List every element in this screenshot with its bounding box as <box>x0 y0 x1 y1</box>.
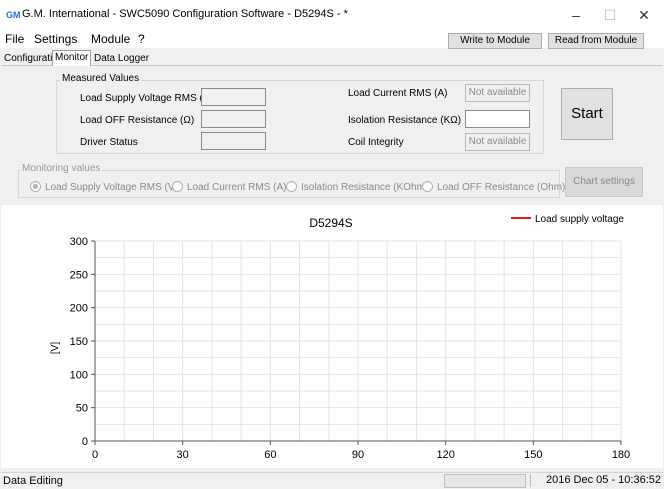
menu-module[interactable]: Module <box>91 32 130 46</box>
radio-label: Load OFF Resistance (Ohm) <box>437 182 566 193</box>
chart-settings-button[interactable]: Chart settings <box>565 167 643 197</box>
menu-file[interactable]: File <box>5 32 24 46</box>
tab-data-logger[interactable]: Data Logger <box>92 52 151 65</box>
radio-label: Isolation Resistance (KOhm) <box>301 182 429 193</box>
load-supply-voltage-label: Load Supply Voltage RMS (V) <box>80 93 213 104</box>
chart-title: D5294S <box>309 216 352 230</box>
y-tick-label: 150 <box>70 336 88 348</box>
coil-integrity-label: Coil Integrity <box>348 137 404 148</box>
window-title: G.M. International - SWC5090 Configurati… <box>22 8 348 20</box>
tab-strip-divider <box>2 65 662 66</box>
radio-label: Load Current RMS (A) <box>187 182 287 193</box>
status-progress-bar <box>444 474 526 488</box>
maximize-button[interactable]: ☐ <box>594 4 626 26</box>
y-tick-label: 300 <box>70 236 88 248</box>
x-tick-label: 150 <box>524 449 542 461</box>
menu-settings[interactable]: Settings <box>34 32 77 46</box>
coil-integrity-field: Not available <box>465 133 530 151</box>
radio-unselected-icon <box>286 181 297 192</box>
x-tick-label: 120 <box>436 449 454 461</box>
load-supply-voltage-field <box>201 88 266 106</box>
line-chart: 0 50 100 150 200 250 300 0 30 60 90 120 150 180 D5294… <box>50 214 630 461</box>
y-tick-label: 50 <box>76 403 88 415</box>
load-current-field: Not available <box>465 84 530 102</box>
x-tick-label: 60 <box>264 449 276 461</box>
status-datetime: 2016 Dec 05 - 10:36:52 <box>530 474 661 487</box>
minimize-button[interactable]: – <box>560 4 592 26</box>
y-axis-label: [V] <box>50 342 61 354</box>
y-tick-label: 100 <box>70 369 88 381</box>
x-tick-label: 90 <box>352 449 364 461</box>
radio-load-current[interactable]: Load Current RMS (A) <box>172 181 286 193</box>
tab-monitor[interactable]: Monitor <box>52 50 92 66</box>
status-text: Data Editing <box>3 475 63 487</box>
legend-label: Load supply voltage <box>535 214 624 225</box>
app-logo-icon: GM <box>6 10 21 20</box>
y-tick-label: 250 <box>70 269 88 281</box>
load-current-label: Load Current RMS (A) <box>348 88 448 99</box>
write-to-module-button[interactable]: Write to Module <box>448 33 542 49</box>
driver-status-label: Driver Status <box>80 137 138 148</box>
menu-help[interactable]: ? <box>138 32 145 46</box>
measured-values-label: Measured Values <box>60 73 142 84</box>
radio-unselected-icon <box>422 181 433 192</box>
x-tick-label: 0 <box>92 449 98 461</box>
x-tick-label: 180 <box>612 449 630 461</box>
driver-status-field <box>201 132 266 150</box>
isolation-resistance-field <box>465 110 530 128</box>
radio-load-supply-voltage[interactable]: Load Supply Voltage RMS (V) <box>30 181 178 193</box>
radio-load-off-resistance[interactable]: Load OFF Resistance (Ohm) <box>422 181 565 193</box>
radio-selected-icon <box>30 181 41 192</box>
start-button[interactable]: Start <box>561 88 613 140</box>
radio-unselected-icon <box>172 181 183 192</box>
y-tick-label: 0 <box>82 436 88 448</box>
isolation-resistance-label: Isolation Resistance (KΩ) <box>348 115 462 126</box>
y-tick-label: 200 <box>70 303 88 315</box>
load-off-resistance-field <box>201 110 266 128</box>
radio-label: Load Supply Voltage RMS (V) <box>45 182 178 193</box>
read-from-module-button[interactable]: Read from Module <box>548 33 644 49</box>
radio-isolation-resistance[interactable]: Isolation Resistance (KOhm) <box>286 181 428 193</box>
x-tick-label: 30 <box>177 449 189 461</box>
monitoring-values-label: Monitoring values <box>20 163 103 174</box>
close-button[interactable]: ✕ <box>628 4 660 26</box>
load-off-resistance-label: Load OFF Resistance (Ω) <box>80 115 195 126</box>
